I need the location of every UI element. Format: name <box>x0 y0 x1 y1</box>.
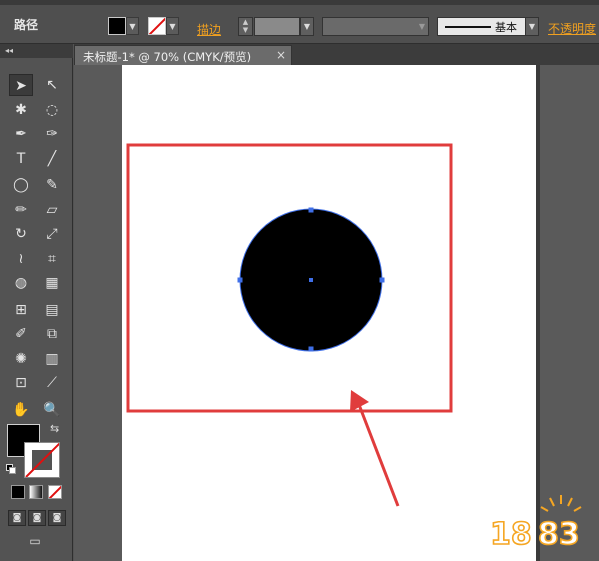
color-mode-button[interactable] <box>11 485 25 499</box>
eyedropper-tool-icon[interactable]: ✐ <box>9 323 33 345</box>
none-mode-button[interactable] <box>48 485 62 499</box>
artboard-edge <box>536 65 540 561</box>
object-type-label: 路径 <box>14 18 39 32</box>
draw-behind-icon[interactable]: ◙ <box>28 510 46 526</box>
control-bar: 路径 ▼ ▼ 描边 ▲ ▼ ▼ ▼ 基本 ▼ 不透明度 <box>0 0 599 44</box>
mesh-tool-icon[interactable]: ⊞ <box>9 299 33 321</box>
blend-tool-icon[interactable]: ⧉ <box>40 323 64 345</box>
variable-width-profile-select[interactable] <box>322 17 429 36</box>
artboard-tool-icon[interactable]: ⊡ <box>9 372 33 394</box>
svg-text:18: 18 <box>490 517 532 550</box>
chevron-down-icon[interactable]: ▼ <box>415 17 429 36</box>
gradient-tool-icon[interactable]: ▤ <box>40 299 64 321</box>
document-tab[interactable]: 未标题-1* @ 70% (CMYK/预览) × <box>74 45 292 65</box>
gradient-mode-button[interactable] <box>29 485 43 499</box>
selection-tool-icon[interactable]: ➤ <box>9 74 33 96</box>
eraser-tool-icon[interactable]: ▱ <box>40 199 64 221</box>
draw-normal-icon[interactable]: ◙ <box>8 510 26 526</box>
draw-inside-icon[interactable]: ◙ <box>48 510 66 526</box>
type-tool-icon[interactable]: T <box>9 148 33 170</box>
chevron-down-icon[interactable]: ▼ <box>525 17 539 36</box>
paintbrush-tool-icon[interactable]: ✎ <box>40 174 64 196</box>
chevron-down-icon[interactable]: ▼ <box>166 17 179 35</box>
brush-stroke-preview <box>445 26 491 28</box>
rotate-tool-icon[interactable]: ↻ <box>9 223 33 245</box>
pencil-tool-icon[interactable]: ✏ <box>9 199 33 221</box>
pasteboard[interactable] <box>74 65 599 561</box>
chevron-down-icon[interactable]: ▼ <box>300 17 314 36</box>
default-fill-stroke-icon[interactable] <box>6 464 16 474</box>
stroke-weight-field[interactable] <box>254 17 300 36</box>
stroke-color-control[interactable]: ▼ <box>148 16 179 36</box>
zoom-tool-icon[interactable]: 🔍 <box>40 399 64 421</box>
fill-color-control[interactable]: ▼ <box>108 16 139 36</box>
opacity-label[interactable]: 不透明度 <box>548 20 596 37</box>
line-segment-tool-icon[interactable]: ╱ <box>40 148 64 170</box>
direct-selection-tool-icon[interactable]: ↖ <box>40 74 64 96</box>
scale-tool-icon[interactable]: ⤢ <box>40 223 64 245</box>
brush-definition-select[interactable]: 基本 <box>437 17 539 36</box>
column-graph-tool-icon[interactable]: ▥ <box>40 348 64 370</box>
document-tab-title: 未标题-1* @ 70% (CMYK/预览) <box>83 50 252 64</box>
close-icon[interactable]: × <box>276 48 286 62</box>
shape-builder-tool-icon[interactable]: ◍ <box>9 272 33 294</box>
menu-strip <box>0 0 599 5</box>
curvature-tool-icon[interactable]: ✑ <box>40 123 64 145</box>
stroke-weight-stepper[interactable]: ▲ ▼ <box>238 17 253 36</box>
stroke-label[interactable]: 描边 <box>197 21 221 38</box>
magic-wand-tool-icon[interactable]: ✱ <box>9 99 33 121</box>
no-stroke-swatch-icon[interactable] <box>148 17 166 35</box>
warp-tool-icon[interactable]: ≀ <box>9 248 33 270</box>
tools-panel: ◂◂ ➤ ↖ ✱ ◌ ✒ ✑ T ╱ ◯ ✎ ✏ ▱ ↻ ⤢ ≀ ⌗ ◍ ▦ ⊞ ▤ ✐ ⧉ ✺ ▥ ⊡ ⟋ ✋ 🔍 ⇆ ◙ ◙ ◙ … <box>0 44 73 561</box>
symbol-sprayer-tool-icon[interactable]: ✺ <box>9 348 33 370</box>
pen-tool-icon[interactable]: ✒ <box>9 123 33 145</box>
artboard[interactable] <box>122 65 536 561</box>
slice-tool-icon[interactable]: ⟋ <box>40 372 64 394</box>
fill-swatch-icon[interactable] <box>108 17 126 35</box>
hand-tool-icon[interactable]: ✋ <box>9 399 33 421</box>
illustrator-window: 路径 ▼ ▼ 描边 ▲ ▼ ▼ ▼ 基本 ▼ 不透明度 ◂◂ ➤ ↖ ✱ ◌ ✒ ✑ T ╱ ◯ ✎… <box>0 0 599 561</box>
stroke-color-swatch[interactable] <box>24 442 60 478</box>
document-tab-bar: 未标题-1* @ 70% (CMYK/预览) × <box>74 44 599 65</box>
brush-label: 基本 <box>495 21 517 34</box>
svg-text:83: 83 <box>538 517 580 550</box>
ellipse-tool-icon[interactable]: ◯ <box>9 174 33 196</box>
perspective-grid-tool-icon[interactable]: ▦ <box>40 272 64 294</box>
lasso-tool-icon[interactable]: ◌ <box>40 99 64 121</box>
screen-mode-icon[interactable]: ▭ <box>24 534 46 550</box>
free-transform-tool-icon[interactable]: ⌗ <box>40 248 64 270</box>
chevron-down-icon[interactable]: ▼ <box>126 17 139 35</box>
collapse-panel-icon[interactable]: ◂◂ <box>0 44 73 58</box>
swap-fill-stroke-icon[interactable]: ⇆ <box>50 422 59 435</box>
site-logo-watermark: 18 83 <box>489 495 582 550</box>
